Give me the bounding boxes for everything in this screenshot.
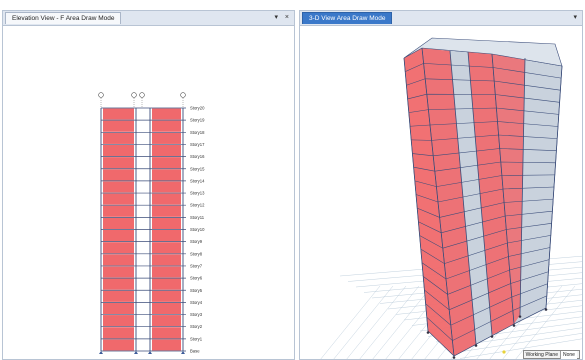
wall-panel <box>103 181 134 193</box>
wall-panel <box>103 108 134 120</box>
wall-panel <box>103 327 134 339</box>
story-label: Story8 <box>190 251 203 256</box>
working-plane-status: Working Plane None <box>522 350 580 359</box>
working-plane-label: Working Plane <box>525 352 558 358</box>
wall-panel <box>152 266 181 278</box>
support-icon <box>512 324 516 327</box>
story-label: Story1 <box>190 336 203 341</box>
wall-panel <box>152 181 181 193</box>
wall-panel <box>103 230 134 242</box>
elevation-view-pane[interactable]: Elevation View - F Area Draw Mode ▾ × St… <box>2 10 295 360</box>
origin-marker-icon <box>502 350 506 354</box>
wall-panel <box>152 108 181 120</box>
grid-line <box>346 285 407 359</box>
wall-panel <box>152 327 181 339</box>
support-icon <box>544 308 548 311</box>
support-icon <box>134 351 138 354</box>
wall-panel <box>103 193 134 205</box>
wall-panel <box>103 302 134 315</box>
story-label: Base <box>190 349 200 354</box>
wall-panel <box>152 230 181 242</box>
support-icon <box>181 351 185 354</box>
wall-panel <box>152 290 181 302</box>
wall-panel <box>103 132 134 144</box>
wall-panel <box>152 302 181 315</box>
3d-model-canvas[interactable] <box>300 26 583 360</box>
wall-panel <box>152 144 181 157</box>
working-plane-value[interactable]: None <box>560 351 577 359</box>
wall-panel <box>152 315 181 327</box>
story-label: Story2 <box>190 324 203 329</box>
wall-panel <box>103 254 134 266</box>
tab-3d-view[interactable]: 3-D View Area Draw Mode <box>302 12 393 24</box>
pin-dropdown-icon[interactable]: ▾ <box>274 12 278 24</box>
story-label: Story20 <box>190 106 205 111</box>
story-label: Story16 <box>190 154 205 159</box>
grid-line <box>333 285 394 359</box>
wall-panel <box>103 120 134 132</box>
story-label: Story14 <box>190 178 205 183</box>
grid-bubble-icon <box>131 92 137 98</box>
story-label: Story19 <box>190 118 205 123</box>
wall-panel <box>152 242 181 254</box>
grid-bubble-icon <box>139 92 145 98</box>
grid-bubble-icon <box>180 92 186 98</box>
story-label: Story3 <box>190 312 203 317</box>
story-label: Story7 <box>190 263 203 268</box>
wall-panel <box>103 169 134 181</box>
support-icon <box>474 344 478 347</box>
wall-panel <box>103 290 134 302</box>
support-icon <box>426 331 430 334</box>
close-icon[interactable]: × <box>285 12 289 24</box>
wall-panel <box>103 339 134 351</box>
wall-panel <box>152 157 181 169</box>
story-label: Story15 <box>190 166 205 171</box>
story-label: Story5 <box>190 288 203 293</box>
story-label: Story6 <box>190 276 203 281</box>
story-label: Story10 <box>190 227 205 232</box>
wall-panel <box>152 193 181 205</box>
wall-panel <box>152 205 181 217</box>
3d-view-pane[interactable]: 3-D View Area Draw Mode ▾ Working Plane N… <box>299 10 583 360</box>
wall-panel <box>103 144 134 157</box>
wall-panel <box>152 132 181 144</box>
wall-panel <box>103 157 134 169</box>
wall-panel <box>152 254 181 266</box>
support-icon <box>518 315 522 318</box>
wall-panel <box>103 205 134 217</box>
story-label: Story11 <box>190 215 205 220</box>
wall-panel <box>103 217 134 229</box>
story-label: Story17 <box>190 142 205 147</box>
wall-panel <box>103 242 134 254</box>
wall-panel <box>103 278 134 290</box>
support-icon <box>490 335 494 338</box>
wall-panel <box>152 339 181 351</box>
support-icon <box>452 356 456 359</box>
story-label: Story13 <box>190 191 205 196</box>
grid-line <box>320 285 381 359</box>
3d-view-tabbar: 3-D View Area Draw Mode ▾ <box>300 11 582 26</box>
grid-line <box>359 285 420 359</box>
wall-panel <box>103 315 134 327</box>
elevation-canvas[interactable]: Story20 Story19 Story18 Story17 Story16 Story… <box>3 26 295 360</box>
support-icon <box>148 351 152 354</box>
pin-dropdown-icon[interactable]: ▾ <box>573 12 577 24</box>
wall-panel <box>103 266 134 278</box>
wall-panel <box>152 169 181 181</box>
story-label: Story18 <box>190 130 205 135</box>
wall-panel <box>152 278 181 290</box>
story-label: Story4 <box>190 300 203 305</box>
support-icon <box>99 351 103 354</box>
story-label: Story12 <box>190 203 205 208</box>
wall-panel <box>152 120 181 132</box>
wall-panel <box>152 217 181 229</box>
story-label: Story9 <box>190 239 203 244</box>
tab-elevation-view[interactable]: Elevation View - F Area Draw Mode <box>5 12 122 24</box>
elevation-view-tabbar: Elevation View - F Area Draw Mode ▾ × <box>3 11 294 26</box>
grid-bubble-icon <box>98 92 104 98</box>
